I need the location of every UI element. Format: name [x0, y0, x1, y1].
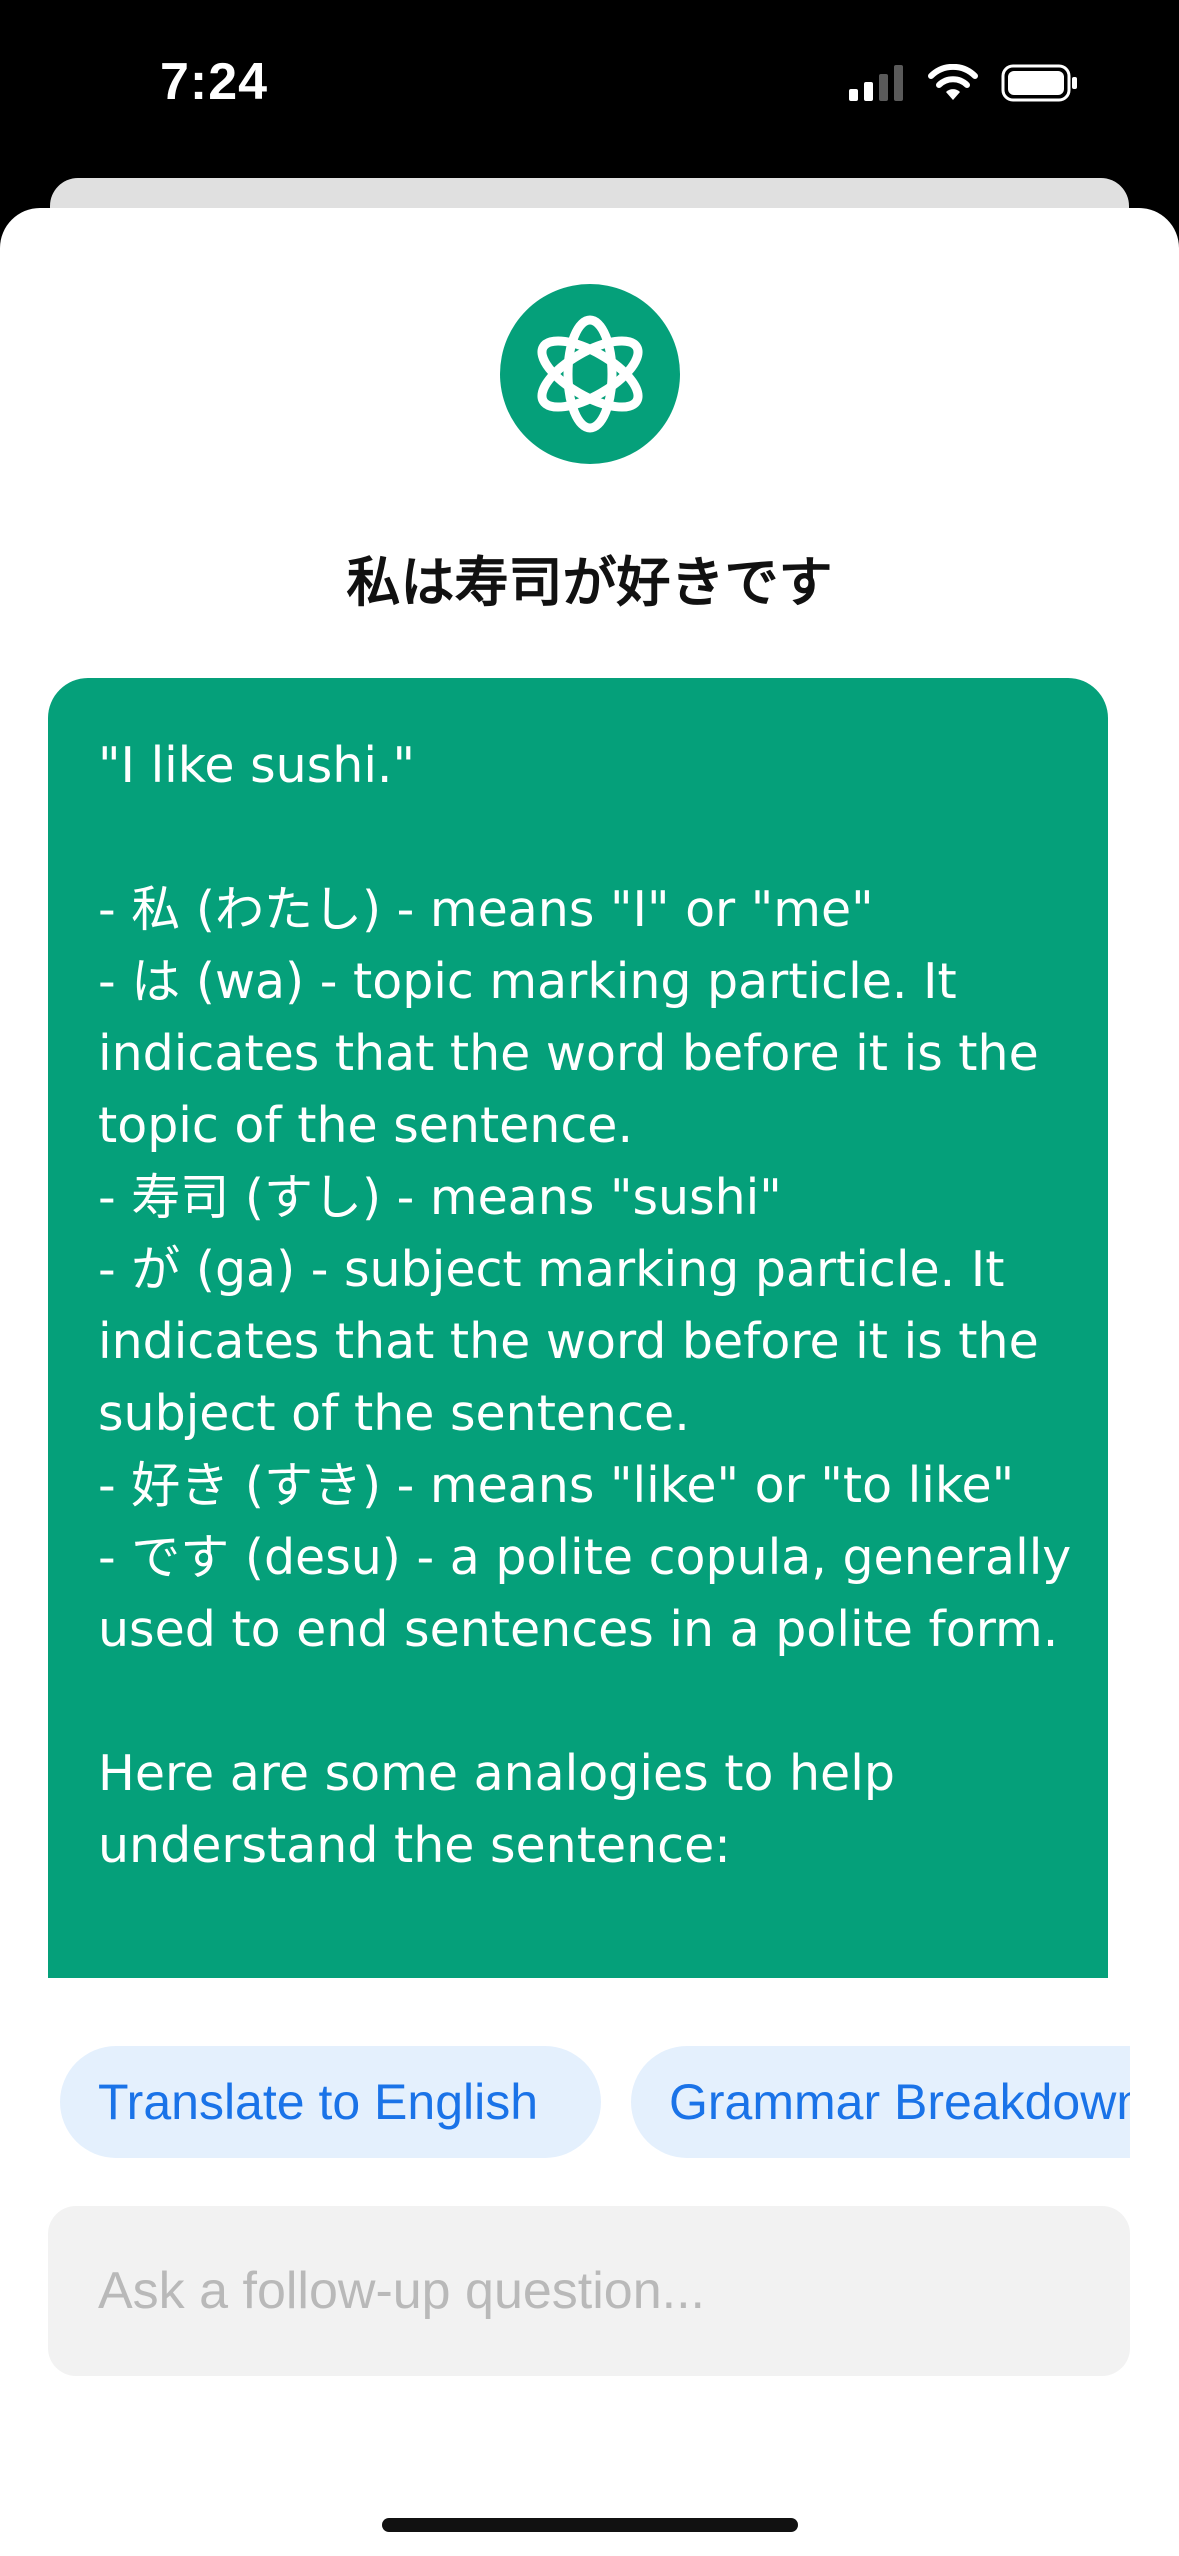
prompt-title: 私は寿司が好きです [346, 551, 833, 614]
status-bar: 7:24 [0, 0, 1179, 170]
response-bubble: "I like sushi." - 私 (わたし) - means "I" or… [48, 678, 1108, 1978]
grammar-breakdown-chip[interactable]: Grammar Breakdown [631, 2046, 1130, 2158]
translate-to-english-chip[interactable]: Translate to English [60, 2046, 601, 2158]
follow-up-input-container [48, 2206, 1130, 2376]
status-time: 7:24 [160, 53, 269, 111]
response-sheet: 私は寿司が好きです "I like sushi." - 私 (わたし) - me… [0, 208, 1179, 2556]
status-icons [849, 63, 1079, 107]
battery-icon [1001, 64, 1079, 107]
follow-up-input[interactable] [98, 2206, 1078, 2376]
openai-logo-icon [500, 284, 680, 464]
response-text: "I like sushi." - 私 (わたし) - means "I" or… [98, 737, 1072, 1874]
app-screen: 7:24 私は寿司が好きです "I like sushi." - 私 (わたし)… [0, 0, 1179, 2556]
home-indicator[interactable] [382, 2518, 798, 2532]
wifi-icon [927, 63, 979, 107]
suggestion-chips: Translate to English Grammar Breakdown [60, 2046, 1130, 2158]
cellular-signal-icon [849, 65, 905, 106]
